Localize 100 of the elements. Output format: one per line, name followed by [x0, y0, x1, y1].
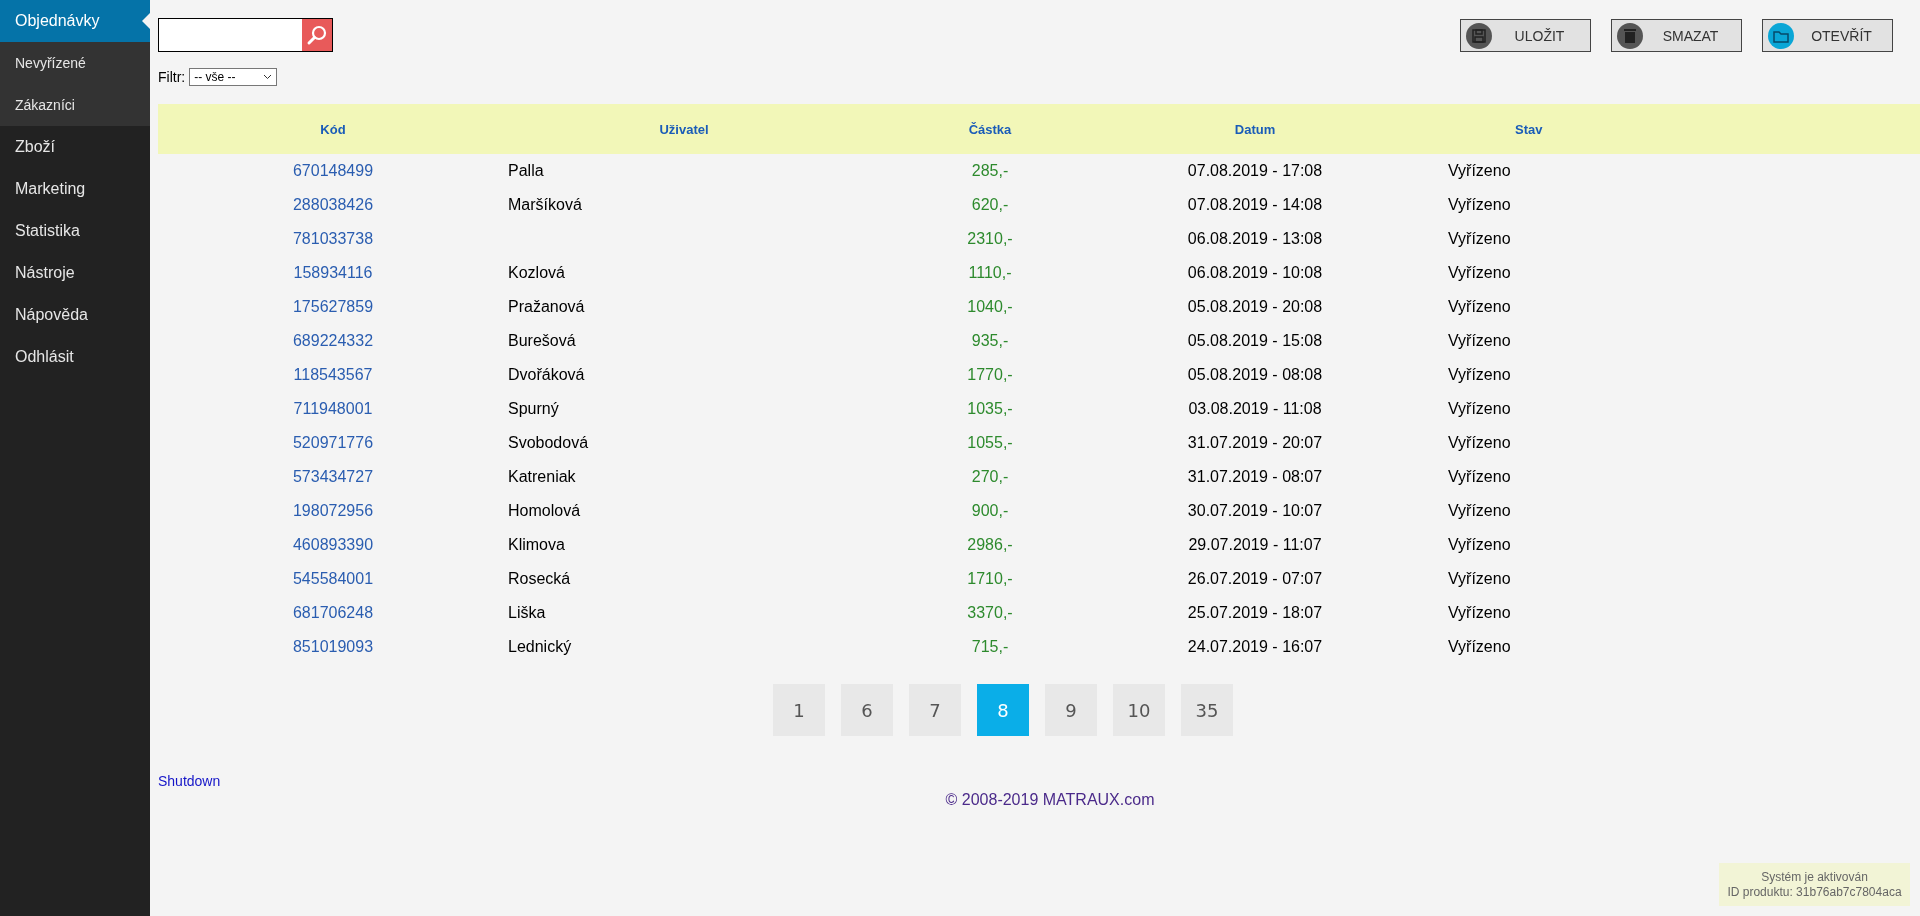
page-button[interactable]: 1 [773, 684, 825, 736]
order-code-link[interactable]: 158934116 [158, 256, 508, 290]
toolbar-button[interactable]: SMAZAT [1611, 19, 1742, 52]
table-cell-text: Vyřízeno [1447, 535, 1512, 555]
order-code-link[interactable]: 711948001 [158, 392, 508, 426]
table-cell-text: Burešová [508, 331, 577, 351]
table-cell-text: 31.07.2019 - 08:07 [1186, 467, 1324, 487]
sidebar-item[interactable]: Zákazníci [0, 84, 150, 126]
search-button[interactable] [302, 19, 332, 51]
table-cell-text: 03.08.2019 - 11:08 [1187, 399, 1323, 419]
sidebar-item[interactable]: Nástroje [0, 252, 150, 294]
column-header: Kód [158, 104, 508, 154]
shutdown-link[interactable]: Shutdown [158, 773, 221, 789]
table-cell-text: Kozlová [508, 263, 566, 283]
column-header: Stav [1390, 104, 1920, 154]
order-code-link[interactable]: 781033738 [158, 222, 508, 256]
table-cell-text: Klimova [508, 535, 566, 555]
order-code-link[interactable]: 175627859 [158, 290, 508, 324]
sidebar-item[interactable]: Odhlásit [0, 336, 150, 378]
table-cell-text: 24.07.2019 - 16:07 [1186, 637, 1324, 657]
table-cell-text: Vyřízeno [1447, 229, 1512, 249]
sidebar-item[interactable]: Marketing [0, 168, 150, 210]
table-cell-text: 31.07.2019 - 20:07 [1186, 433, 1324, 453]
table-cell-text: 06.08.2019 - 13:08 [1186, 229, 1324, 249]
status-text: Systém je aktivován [1761, 869, 1868, 885]
sidebar-item[interactable]: Objednávky [0, 0, 150, 42]
table-cell-text: Dvořáková [508, 365, 586, 385]
order-code-link[interactable]: 573434727 [158, 460, 508, 494]
table-cell-text: 25.07.2019 - 18:07 [1186, 603, 1324, 623]
search-icon [306, 24, 328, 46]
table-cell-text: 3370,- [966, 603, 1014, 623]
table-cell-text: Katreniak [508, 467, 577, 487]
table-cell-text: Liška [508, 603, 547, 623]
table-cell-text: 270,- [970, 467, 1010, 487]
table-cell-text: Pražanová [508, 297, 586, 317]
table-cell-text: Vyřízeno [1447, 161, 1512, 181]
table-cell-text: Vyřízeno [1447, 467, 1512, 487]
table-cell-text: Vyřízeno [1447, 365, 1512, 385]
table-cell-text: 29.07.2019 - 11:07 [1187, 535, 1323, 555]
folder-icon [1767, 21, 1795, 50]
order-code-link[interactable]: 198072956 [158, 494, 508, 528]
page-button[interactable]: 6 [841, 684, 893, 736]
table-cell-text: 26.07.2019 - 07:07 [1186, 569, 1324, 589]
chevron-down-icon [263, 74, 273, 80]
trash-can-icon [1616, 21, 1644, 50]
table-cell-text: Vyřízeno [1447, 603, 1512, 623]
table-cell-text: 620,- [970, 195, 1010, 215]
sidebar-item[interactable]: Statistika [0, 210, 150, 252]
page-button[interactable]: 10 [1113, 684, 1165, 736]
order-code-link[interactable]: 288038426 [158, 188, 508, 222]
order-code-link[interactable]: 545584001 [158, 562, 508, 596]
table-cell-text: Vyřízeno [1447, 399, 1512, 419]
order-code-link[interactable]: 670148499 [158, 154, 508, 188]
order-code-link[interactable]: 681706248 [158, 596, 508, 630]
column-header: Datum [1120, 104, 1390, 154]
table-cell-text: Homolová [508, 501, 582, 521]
table-cell-text: Vyřízeno [1447, 637, 1512, 657]
table-cell-text: 1055,- [966, 433, 1014, 453]
table-cell-text: Vyřízeno [1447, 195, 1512, 215]
table-cell-text: Maršíková [508, 195, 583, 215]
copyright-text: © 2008-2019 MATRAUX.com [944, 791, 1156, 809]
table-cell-text: Svobodová [508, 433, 590, 453]
filter-dropdown[interactable]: -- vše -- [189, 68, 278, 86]
table-cell-text: 1770,- [966, 365, 1014, 385]
table-cell-text: 07.08.2019 - 17:08 [1186, 161, 1324, 181]
table-cell-text: Lednický [508, 637, 573, 657]
order-code-link[interactable]: 520971776 [158, 426, 508, 460]
order-code-link[interactable]: 851019093 [158, 630, 508, 664]
toolbar-button[interactable]: OTEVŘÍT [1762, 19, 1893, 52]
table-cell-text: Palla [508, 161, 545, 181]
order-code-link[interactable]: 118543567 [158, 358, 508, 392]
product-id-text: ID produktu: 31b76ab7c7804aca [1727, 884, 1902, 900]
search-field[interactable] [158, 18, 333, 52]
table-cell-text: 2310,- [966, 229, 1014, 249]
column-header: Uživatel [508, 104, 860, 154]
table-cell-text: Vyřízeno [1447, 569, 1512, 589]
table-cell-text: Vyřízeno [1447, 263, 1512, 283]
table-cell-text: 05.08.2019 - 08:08 [1186, 365, 1324, 385]
column-header: Částka [860, 104, 1120, 154]
order-code-link[interactable]: 460893390 [158, 528, 508, 562]
table-cell-text: 06.08.2019 - 10:08 [1186, 263, 1324, 283]
table-cell-text: 1040,- [966, 297, 1014, 317]
table-cell-text: 1035,- [966, 399, 1014, 419]
page-button[interactable]: 9 [1045, 684, 1097, 736]
table-cell-text: 935,- [970, 331, 1010, 351]
sidebar-item[interactable]: Zboží [0, 126, 150, 168]
table-cell-text: 2986,- [966, 535, 1014, 555]
toolbar-button[interactable]: ULOŽIT [1460, 19, 1591, 52]
order-code-link[interactable]: 689224332 [158, 324, 508, 358]
page-button[interactable]: 7 [909, 684, 961, 736]
floppy-disk-icon [1465, 21, 1493, 50]
table-cell-text: 900,- [970, 501, 1010, 521]
table-cell-text: 1710,- [966, 569, 1014, 589]
table-cell-text: 715,- [970, 637, 1010, 657]
page-button[interactable]: 35 [1181, 684, 1233, 736]
sidebar-item[interactable]: Nápověda [0, 294, 150, 336]
table-cell-text: Spurný [508, 399, 560, 419]
sidebar-item[interactable]: Nevyřízené [0, 42, 150, 84]
table-cell-text: Vyřízeno [1447, 297, 1512, 317]
table-cell-text: Vyřízeno [1447, 331, 1512, 351]
